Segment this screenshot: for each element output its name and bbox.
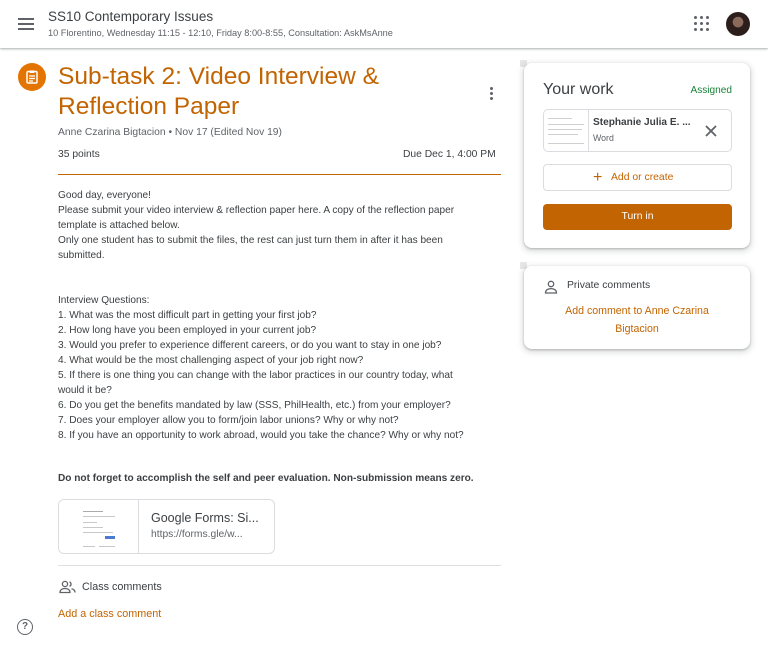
question-line: 7. Does your employer allow you to form/… xyxy=(58,415,399,426)
attached-file-chip[interactable]: Stephanie Julia E. ... Word xyxy=(543,109,732,152)
file-thumbnail xyxy=(544,110,589,151)
people-icon xyxy=(59,580,76,594)
help-icon[interactable]: ? xyxy=(17,619,33,635)
turn-in-button[interactable]: Turn in xyxy=(543,204,732,230)
question-line: 3. Would you prefer to experience differ… xyxy=(58,340,442,351)
account-avatar[interactable] xyxy=(726,12,750,36)
question-line: would it be? xyxy=(58,385,112,396)
questions-heading: Interview Questions: xyxy=(58,295,150,306)
person-icon xyxy=(544,280,558,294)
assignment-title: Sub-task 2: Video Interview & Reflection… xyxy=(58,63,379,120)
question-line: 2. How long have you been employed in yo… xyxy=(58,325,317,336)
comments-divider xyxy=(58,565,501,566)
attachment-title: Google Forms: Si... xyxy=(151,511,259,525)
file-type: Word xyxy=(593,133,614,143)
assignment-icon xyxy=(18,63,46,91)
your-work-title: Your work xyxy=(543,81,614,98)
evaluation-note: Do not forget to accomplish the self and… xyxy=(58,473,474,484)
question-line: 1. What was the most difficult part in g… xyxy=(58,310,317,321)
add-or-create-button[interactable]: + Add or create xyxy=(543,164,732,191)
assignment-meta: Anne Czarina Bigtacion • Nov 17 (Edited … xyxy=(58,127,282,138)
close-icon[interactable] xyxy=(702,122,720,140)
add-class-comment-button[interactable]: Add a class comment xyxy=(58,608,161,620)
question-line: 5. If there is one thing you can change … xyxy=(58,370,453,381)
description-line: submitted. xyxy=(58,250,105,261)
plus-icon: + xyxy=(593,169,603,186)
header-divider xyxy=(58,174,501,175)
description-line: Good day, everyone! xyxy=(58,190,151,201)
assignment-due-date: Due Dec 1, 4:00 PM xyxy=(403,149,496,160)
apps-grid-icon[interactable] xyxy=(694,16,710,32)
menu-icon[interactable] xyxy=(14,12,38,36)
your-work-card: Your work Assigned Stephanie Julia E. ..… xyxy=(524,63,750,248)
status-badge: Assigned xyxy=(690,85,732,96)
more-vert-icon[interactable] xyxy=(486,86,496,102)
class-comments-label: Class comments xyxy=(82,581,162,593)
file-name: Stephanie Julia E. ... xyxy=(593,117,691,128)
assignment-points: 35 points xyxy=(58,149,100,160)
attachment-card-google-forms[interactable]: Google Forms: Si... https://forms.gle/w.… xyxy=(58,499,275,554)
add-or-create-label: Add or create xyxy=(611,172,674,183)
private-comments-label: Private comments xyxy=(567,280,651,291)
question-line: 6. Do you get the benefits mandated by l… xyxy=(58,400,451,411)
assignment-description: Good day, everyone! Please submit your v… xyxy=(58,188,498,443)
private-comments-card: Private comments Add comment to Anne Cza… xyxy=(524,266,750,349)
attachment-thumbnail xyxy=(59,500,139,553)
class-title[interactable]: SS10 Contemporary Issues xyxy=(48,9,213,24)
description-line: Only one student has to submit the files… xyxy=(58,235,443,246)
class-subtitle: 10 Florentino, Wednesday 11:15 - 12:10, … xyxy=(48,28,393,38)
attachment-url: https://forms.gle/w... xyxy=(151,529,243,540)
question-line: 4. What would be the most challenging as… xyxy=(58,355,364,366)
description-line: Please submit your video interview & ref… xyxy=(58,205,455,216)
question-line: 8. If you have an opportunity to work ab… xyxy=(58,430,464,441)
add-private-comment-button[interactable]: Add comment to Anne Czarina Bigtacion xyxy=(546,302,728,338)
top-app-bar: SS10 Contemporary Issues 10 Florentino, … xyxy=(0,0,768,48)
description-line: template is attached below. xyxy=(58,220,180,231)
